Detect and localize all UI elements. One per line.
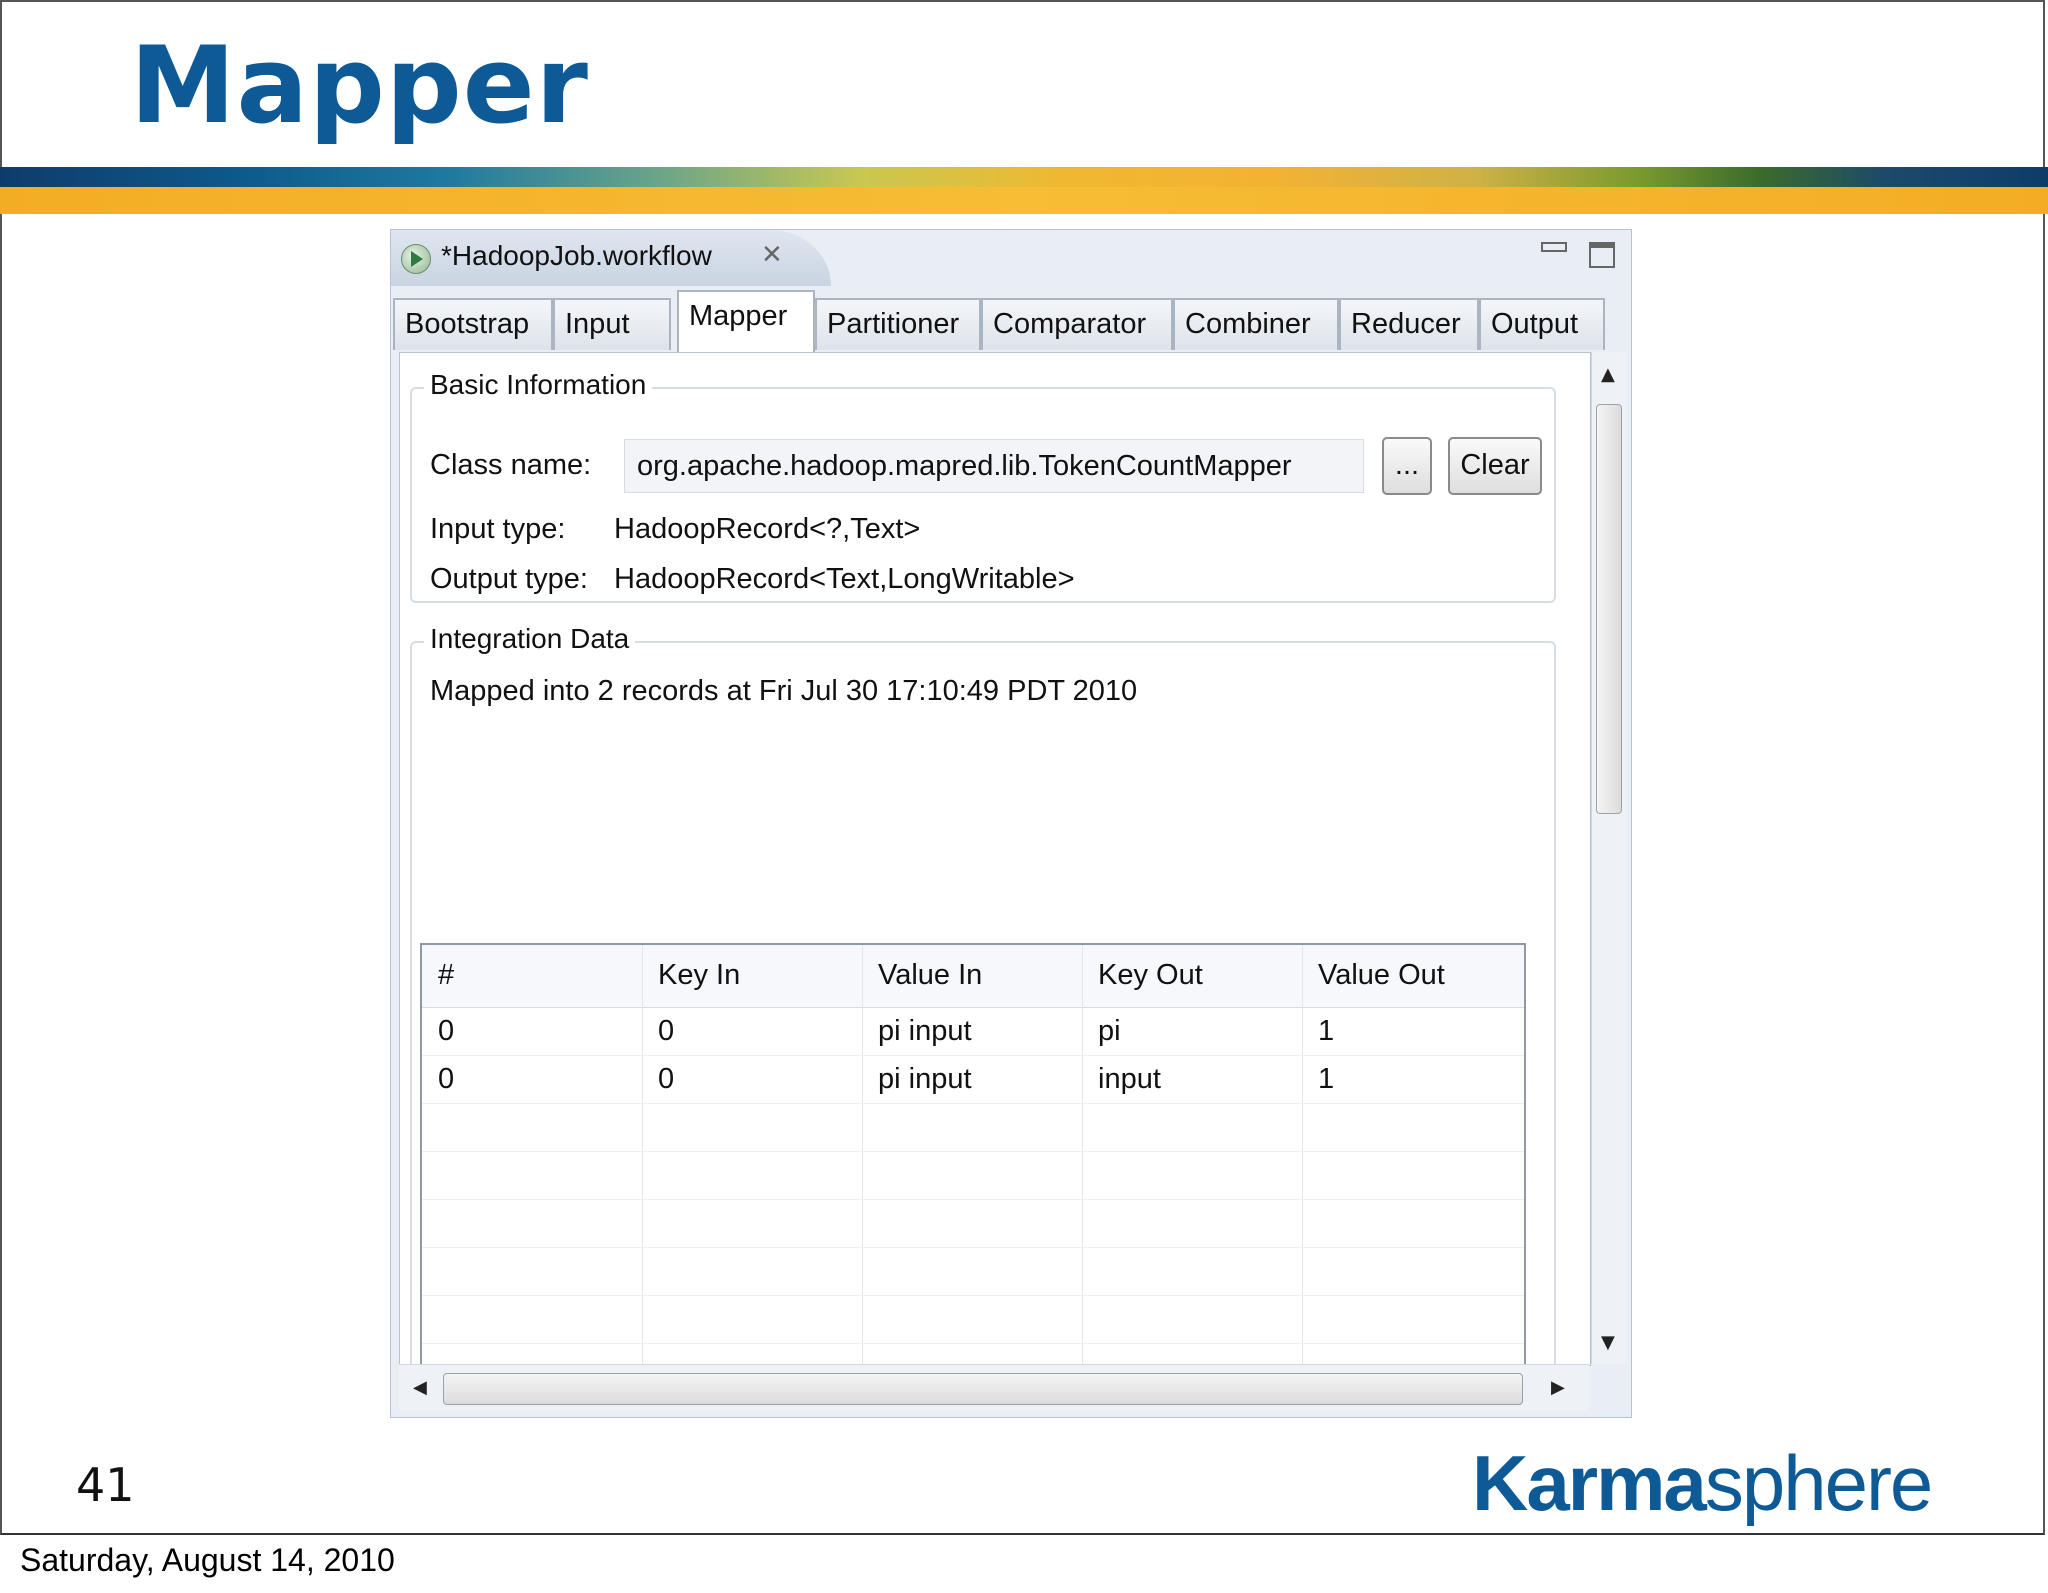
editor-tab-title: *HadoopJob.workflow: [441, 240, 712, 271]
tab-comparator[interactable]: Comparator: [981, 298, 1173, 350]
input-type-value: HadoopRecord<?,Text>: [614, 513, 921, 545]
column-divider: [1082, 945, 1083, 1365]
logo-text-light: sphere: [1704, 1439, 1933, 1527]
tab-partitioner[interactable]: Partitioner: [815, 298, 981, 350]
cell-number: 0: [438, 1063, 455, 1095]
editor-tab[interactable]: *HadoopJob.workflow ✕: [391, 230, 831, 286]
column-header-key-in[interactable]: Key In: [658, 959, 740, 992]
vertical-scroll-thumb[interactable]: [1596, 404, 1622, 814]
column-divider: [862, 945, 863, 1365]
tab-reducer[interactable]: Reducer: [1339, 298, 1479, 350]
column-header-value-in[interactable]: Value In: [878, 959, 982, 992]
footer-date: Saturday, August 14, 2010: [20, 1542, 395, 1578]
output-type-label: Output type:: [430, 563, 588, 595]
class-name-field[interactable]: org.apache.hadoop.mapred.lib.TokenCountM…: [624, 439, 1364, 493]
vertical-scrollbar[interactable]: ▲ ▼: [1591, 352, 1626, 1364]
cell-key-out: pi: [1098, 1015, 1121, 1047]
integration-status: Mapped into 2 records at Fri Jul 30 17:1…: [430, 675, 1138, 707]
tab-bootstrap[interactable]: Bootstrap: [393, 298, 553, 350]
row-divider: [422, 1151, 1524, 1152]
decorative-stripe-gold: [0, 187, 2048, 214]
records-table: # Key In Value In Key Out Value Out 0 0 …: [420, 943, 1526, 1365]
mapper-panel: Basic Information Class name: org.apache…: [399, 352, 1591, 1366]
column-header-value-out[interactable]: Value Out: [1318, 959, 1445, 992]
output-type-value: HadoopRecord<Text,LongWritable>: [614, 563, 1075, 595]
logo-text-bold: Karma: [1472, 1439, 1707, 1527]
horizontal-scroll-thumb[interactable]: [443, 1373, 1523, 1405]
cell-value-out: 1: [1318, 1015, 1335, 1047]
clear-button[interactable]: Clear: [1448, 437, 1542, 495]
workflow-icon: [401, 244, 431, 274]
input-type-label: Input type:: [430, 513, 566, 545]
workflow-editor-window: *HadoopJob.workflow ✕ Bootstrap Input Ma…: [390, 229, 1632, 1418]
scroll-down-icon[interactable]: ▼: [1601, 1332, 1615, 1353]
column-divider: [642, 945, 643, 1365]
close-icon[interactable]: ✕: [761, 240, 783, 270]
cell-key-in: 0: [658, 1015, 675, 1047]
tab-output[interactable]: Output: [1479, 298, 1605, 350]
row-divider: [422, 1199, 1524, 1200]
decorative-stripe: [0, 167, 2048, 187]
row-divider: [422, 1247, 1524, 1248]
karmasphere-logo: Karmasphere: [1472, 1438, 1933, 1529]
column-header-number[interactable]: #: [438, 959, 454, 992]
basic-information-label: Basic Information: [424, 369, 653, 401]
cell-value-in: pi input: [878, 1063, 972, 1095]
scroll-right-icon[interactable]: ▶: [1551, 1377, 1565, 1398]
scroll-up-icon[interactable]: ▲: [1601, 364, 1615, 385]
maximize-icon[interactable]: [1589, 242, 1615, 268]
cell-key-in: 0: [658, 1063, 675, 1095]
tab-mapper[interactable]: Mapper: [677, 290, 815, 352]
tab-input[interactable]: Input: [553, 298, 671, 350]
scroll-left-icon[interactable]: ◀: [413, 1377, 427, 1398]
integration-data-label: Integration Data: [424, 623, 636, 655]
cell-value-out: 1: [1318, 1063, 1335, 1095]
row-divider: [422, 1343, 1524, 1344]
column-divider: [1302, 945, 1303, 1365]
class-name-label: Class name:: [430, 449, 592, 481]
column-header-key-out[interactable]: Key Out: [1098, 959, 1203, 992]
horizontal-scrollbar[interactable]: ◀ ▶: [399, 1364, 1589, 1411]
cell-number: 0: [438, 1015, 455, 1047]
row-divider: [422, 1055, 1524, 1056]
cell-key-out: input: [1098, 1063, 1161, 1095]
slide-title: Mapper: [130, 24, 589, 147]
browse-button[interactable]: ...: [1382, 437, 1432, 495]
page-number: 41: [76, 1458, 135, 1512]
table-header: # Key In Value In Key Out Value Out: [422, 945, 1524, 1008]
minimize-icon[interactable]: [1541, 242, 1567, 252]
basic-information-group: Basic Information Class name: org.apache…: [410, 369, 1556, 603]
row-divider: [422, 1103, 1524, 1104]
tab-combiner[interactable]: Combiner: [1173, 298, 1339, 350]
cell-value-in: pi input: [878, 1015, 972, 1047]
row-divider: [422, 1295, 1524, 1296]
